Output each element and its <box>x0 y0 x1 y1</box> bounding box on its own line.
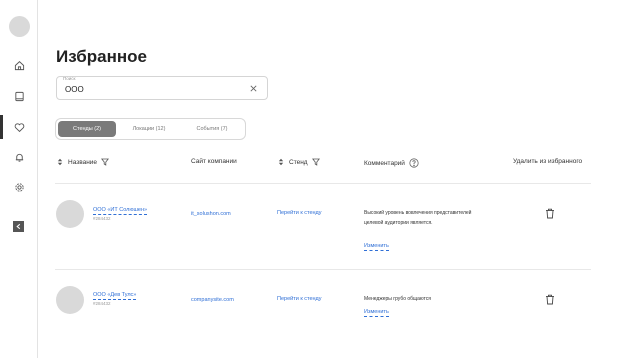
edit-comment-link[interactable]: Изменить <box>364 309 389 317</box>
sidebar-item-catalog[interactable] <box>0 84 38 108</box>
column-header-comment-label: Комментарий <box>364 159 405 167</box>
user-avatar[interactable] <box>9 16 30 37</box>
sidebar-item-home[interactable] <box>0 53 38 77</box>
column-header-site-label: Сайт компании <box>191 158 237 165</box>
tab-events[interactable]: События (7) <box>182 121 242 137</box>
company-name-link[interactable]: ООО «Дев Тулс» <box>93 292 137 300</box>
trash-icon[interactable] <box>545 208 555 219</box>
company-avatar <box>56 286 84 314</box>
filter-icon[interactable] <box>101 158 110 166</box>
close-icon[interactable] <box>249 84 258 93</box>
sidebar-item-favorites[interactable] <box>0 115 38 139</box>
company-site-link[interactable]: it_solushon.com <box>191 211 231 217</box>
heart-icon <box>14 122 24 132</box>
column-header-delete: Удалить из избранного <box>513 158 582 165</box>
column-header-site: Сайт компании <box>191 158 237 165</box>
column-header-name-label: Название <box>68 158 98 166</box>
help-icon[interactable] <box>409 158 419 168</box>
bell-icon <box>15 153 23 162</box>
search-value[interactable]: ООО <box>65 85 84 94</box>
comment-text: Высокий уровень вовлечения представителе… <box>364 210 472 226</box>
sort-icon[interactable] <box>277 158 285 166</box>
sidebar-collapse-button[interactable] <box>13 221 24 232</box>
home-icon <box>14 60 24 70</box>
book-icon <box>14 91 24 101</box>
trash-icon[interactable] <box>545 294 555 305</box>
company-site-link[interactable]: companysite.com <box>191 297 234 303</box>
edit-comment-link[interactable]: Изменить <box>364 243 389 251</box>
company-id: #284432 <box>93 301 111 306</box>
comment-text: Менеджеры грубо общаются <box>364 296 431 302</box>
search-label: Поиск <box>63 76 76 81</box>
tab-locations[interactable]: Локации (12) <box>120 121 178 137</box>
company-id: #284432 <box>93 216 111 221</box>
chevron-left-icon <box>16 223 21 230</box>
company-avatar <box>56 200 84 228</box>
sidebar-item-notifications[interactable] <box>0 145 38 169</box>
page-title: Избранное <box>56 47 147 66</box>
go-to-stand-link[interactable]: Перейти к стенду <box>277 296 322 302</box>
divider <box>55 269 591 270</box>
divider <box>55 183 591 184</box>
column-header-stand-label: Стенд <box>289 158 308 166</box>
sidebar <box>0 0 38 358</box>
column-header-stand[interactable]: Стенд <box>277 158 320 166</box>
gear-icon <box>14 182 24 192</box>
column-header-name[interactable]: Название <box>56 158 110 166</box>
go-to-stand-link[interactable]: Перейти к стенду <box>277 210 322 216</box>
tab-group: Стенды (2) Локации (12) События (7) <box>55 118 246 140</box>
sort-icon[interactable] <box>56 158 64 166</box>
tab-stands[interactable]: Стенды (2) <box>58 121 116 137</box>
filter-icon[interactable] <box>311 158 320 166</box>
column-header-delete-label: Удалить из избранного <box>513 158 583 165</box>
search-input[interactable]: Поиск ООО <box>56 76 268 100</box>
sidebar-item-settings[interactable] <box>0 175 38 199</box>
column-header-comment: Комментарий <box>364 158 419 168</box>
company-name-link[interactable]: ООО «ИТ Солюшен» <box>93 207 148 215</box>
